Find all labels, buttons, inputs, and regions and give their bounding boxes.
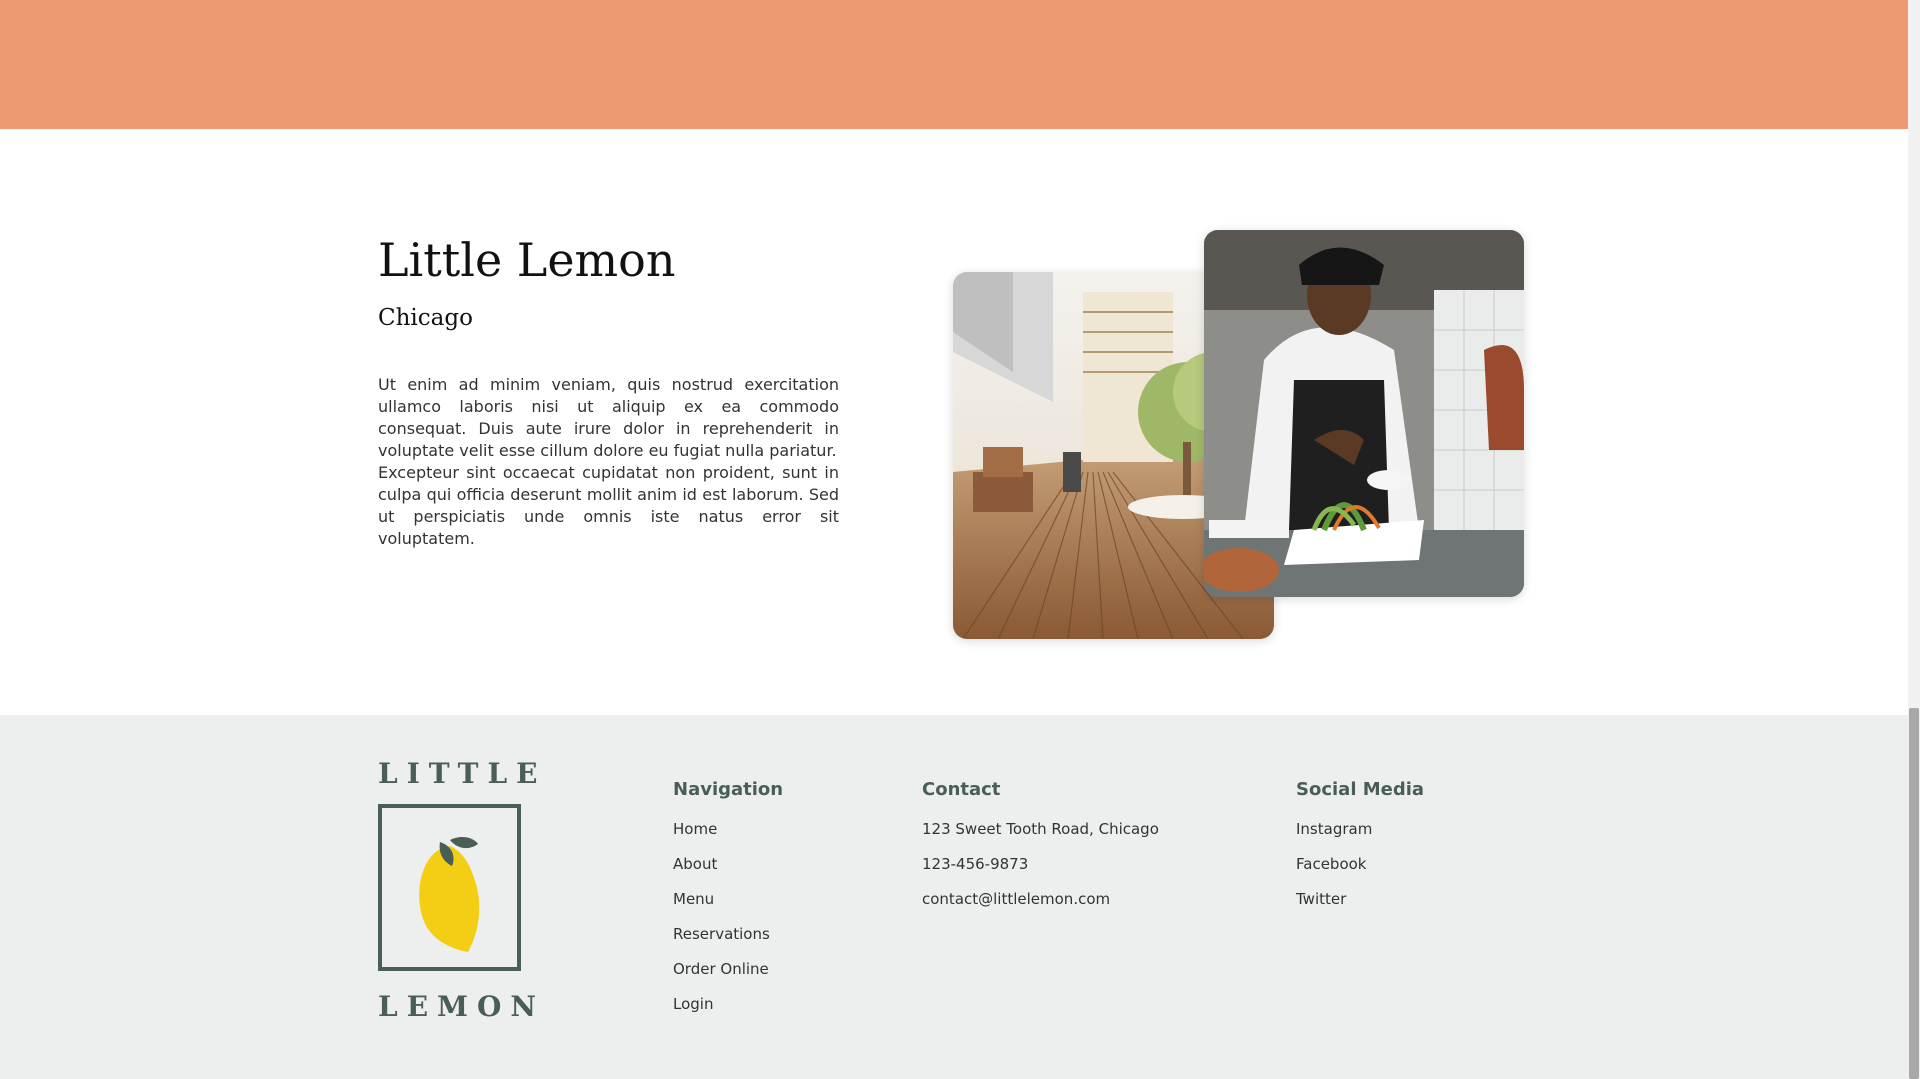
lemon-icon [378,804,521,971]
about-paragraph-1: Ut enim ad minim veniam, quis nostrud ex… [378,375,839,460]
about-section: Little Lemon Chicago Ut enim ad minim ve… [0,129,1908,715]
navigation-list: Home About Menu Reservations Order Onlin… [673,820,783,1030]
social-link-facebook[interactable]: Facebook [1296,855,1366,873]
social-heading: Social Media [1296,779,1425,800]
chef-photo [1204,230,1524,597]
social-list: Instagram Facebook Twitter [1296,820,1424,925]
contact-email: contact@littlelemon.com [922,890,1111,908]
nav-link-login[interactable]: Login [673,995,713,1013]
nav-link-order-online[interactable]: Order Online [673,960,769,978]
nav-item-menu: Menu [673,890,783,925]
social-link-twitter[interactable]: Twitter [1296,890,1346,908]
nav-link-reservations[interactable]: Reservations [673,925,770,943]
about-description: Ut enim ad minim veniam, quis nostrud ex… [378,374,839,550]
contact-heading: Contact [922,779,1001,800]
scrollbar[interactable] [1908,0,1920,1079]
navigation-heading: Navigation [673,779,784,800]
footer-navigation: Navigation Home About Menu Reservations … [673,779,783,1030]
footer: LITTLE LEMON Navigation Home About Menu … [0,715,1908,1079]
contact-phone: 123-456-9873 [922,855,1029,873]
nav-link-home[interactable]: Home [673,820,717,838]
about-title: Little Lemon [378,233,676,287]
footer-social-media: Social Media Instagram Facebook Twitter [1296,779,1424,925]
nav-item-about: About [673,855,783,890]
social-link-instagram[interactable]: Instagram [1296,820,1372,838]
nav-link-about[interactable]: About [673,855,717,873]
top-banner [0,0,1908,129]
social-item-instagram: Instagram [1296,820,1424,855]
contact-list: 123 Sweet Tooth Road, Chicago 123-456-98… [922,820,1159,925]
about-subtitle: Chicago [378,305,473,331]
footer-contact: Contact 123 Sweet Tooth Road, Chicago 12… [922,779,1159,925]
logo-word-bottom: LEMON [378,990,546,1023]
scrollbar-thumb[interactable] [1909,708,1919,1079]
nav-link-menu[interactable]: Menu [673,890,714,908]
footer-logo[interactable]: LITTLE LEMON [378,757,547,1023]
nav-item-order-online: Order Online [673,960,783,995]
social-item-twitter: Twitter [1296,890,1424,925]
nav-item-home: Home [673,820,783,855]
contact-address: 123 Sweet Tooth Road, Chicago [922,820,1159,838]
nav-item-reservations: Reservations [673,925,783,960]
page: Little Lemon Chicago Ut enim ad minim ve… [0,0,1920,1079]
about-paragraph-2: Excepteur sint occaecat cupidatat non pr… [378,463,839,548]
logo-word-top: LITTLE [378,757,547,790]
social-item-facebook: Facebook [1296,855,1424,890]
nav-item-login: Login [673,995,783,1030]
